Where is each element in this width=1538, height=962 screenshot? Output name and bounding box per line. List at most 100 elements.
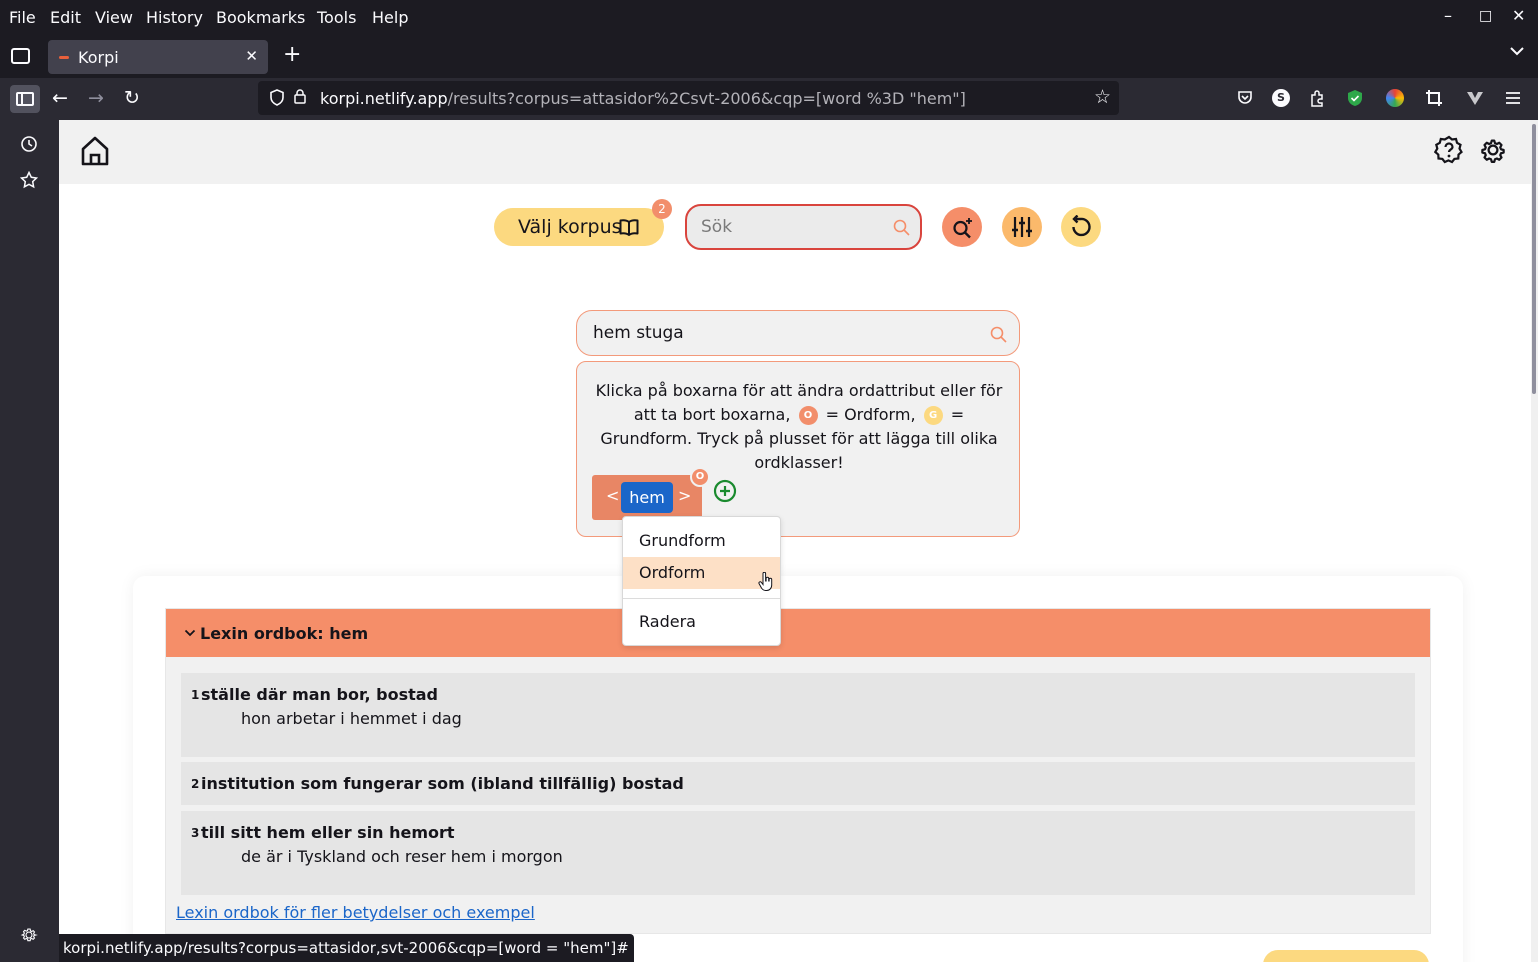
menu-view[interactable]: View (95, 8, 133, 27)
dropdown-divider (623, 598, 780, 599)
book-icon (619, 219, 639, 241)
query-search-icon[interactable] (990, 326, 1007, 347)
token-builder-panel: Klicka på boxarna för att ändra ordattri… (576, 361, 1020, 537)
tracking-shield-icon[interactable] (270, 89, 284, 110)
menu-icon[interactable] (1504, 89, 1522, 107)
help-circle-icon[interactable] (1433, 135, 1464, 167)
menu-bookmarks[interactable]: Bookmarks (216, 8, 305, 27)
tab-korpi[interactable]: Korpi ✕ (48, 40, 268, 74)
sense-example: de är i Tyskland och reser hem i morgon (241, 847, 563, 866)
forward-button[interactable]: → (88, 87, 104, 109)
extensions-icon[interactable] (1308, 89, 1326, 107)
menu-history[interactable]: History (146, 8, 203, 27)
browser-sidebar (0, 120, 59, 962)
sidebar-toggle-icon[interactable] (10, 85, 40, 113)
menu-bar: File Edit View History Bookmarks Tools H… (0, 0, 1538, 36)
lexin-panel: Lexin ordbok: hem 1 ställe där man bor, … (165, 608, 1431, 934)
url-host: korpi.netlify.app (320, 89, 448, 108)
reset-button[interactable] (1061, 207, 1101, 247)
chevron-down-icon (184, 624, 196, 643)
tab-title: Korpi (78, 48, 119, 67)
lock-icon[interactable] (294, 89, 306, 104)
url-path: /results?corpus=attasidor%2Csvt-2006&cqp… (447, 89, 966, 108)
minimize-button[interactable]: – (1444, 6, 1452, 25)
help-text: Klicka på boxarna för att ändra ordattri… (589, 379, 1009, 475)
web-page: Välj korpus 2 hem stuga (59, 120, 1531, 962)
url-text: korpi.netlify.app/results?corpus=attasid… (320, 89, 966, 108)
lexin-title: Lexin ordbok: hem (200, 624, 369, 643)
sliders-icon (1011, 216, 1033, 242)
query-input[interactable]: hem stuga (576, 310, 1020, 356)
firefox-view-icon[interactable] (11, 48, 30, 64)
ordform-meaning: = Ordform, (825, 405, 916, 424)
lexin-header[interactable]: Lexin ordbok: hem (166, 609, 1430, 657)
home-icon[interactable] (79, 135, 111, 169)
sense-definition: institution som fungerar som (ibland til… (201, 774, 684, 793)
nav-bar: ← → ↻ korpi.netlify.app/results?corpus=a… (0, 78, 1538, 120)
choose-corpus-button[interactable]: Välj korpus (494, 208, 664, 246)
ordform-dot: O (798, 406, 818, 425)
reload-button[interactable]: ↻ (124, 87, 140, 109)
pocket-icon[interactable] (1236, 89, 1254, 107)
app-header (59, 120, 1531, 184)
sense-number: 1 (191, 688, 200, 702)
search-input[interactable] (701, 217, 881, 237)
advanced-search-button[interactable] (942, 207, 982, 247)
option-radera[interactable]: Radera (623, 606, 780, 638)
page-scrollbar[interactable] (1531, 120, 1538, 962)
token-box[interactable]: < hem > O (592, 467, 710, 520)
tab-close-icon[interactable]: ✕ (245, 47, 258, 65)
back-button[interactable]: ← (52, 87, 68, 109)
choose-corpus-label: Välj korpus (518, 216, 622, 238)
korpi-favicon-icon (59, 56, 69, 59)
filter-settings-button[interactable] (1002, 207, 1042, 247)
lexin-sense: 3 till sitt hem eller sin hemort de är i… (181, 811, 1415, 895)
menu-help[interactable]: Help (372, 8, 408, 27)
maximize-button[interactable]: □ (1479, 8, 1492, 24)
close-window-button[interactable]: ✕ (1512, 6, 1525, 25)
url-bar[interactable]: korpi.netlify.app/results?corpus=attasid… (258, 81, 1119, 115)
reset-icon (1069, 214, 1093, 243)
status-bar-url: korpi.netlify.app/results?corpus=attasid… (59, 934, 634, 962)
lexin-sense: 1 ställe där man bor, bostad hon arbetar… (181, 673, 1415, 757)
token-next-arrow[interactable]: > (678, 486, 691, 505)
corpus-count-badge: 2 (652, 199, 672, 219)
option-grundform[interactable]: Grundform (623, 525, 780, 557)
lexin-sense: 2 institution som fungerar som (ibland t… (181, 762, 1415, 805)
bookmarks-star-icon[interactable] (19, 170, 39, 194)
s-extension-icon[interactable]: S (1272, 89, 1290, 107)
partial-yellow-button[interactable] (1263, 950, 1429, 962)
option-ordform[interactable]: Ordform (623, 557, 780, 589)
list-all-tabs-icon[interactable] (1510, 44, 1524, 60)
sense-example: hon arbetar i hemmet i dag (241, 709, 462, 728)
v-extension-icon[interactable] (1466, 89, 1484, 107)
token-prev-arrow[interactable]: < (606, 486, 619, 505)
color-extension-icon[interactable] (1386, 89, 1404, 107)
shield-extension-icon[interactable] (1346, 89, 1364, 107)
sense-definition: till sitt hem eller sin hemort (201, 823, 455, 842)
search-box[interactable] (685, 204, 922, 250)
query-value: hem stuga (593, 323, 684, 343)
crop-icon[interactable] (1425, 89, 1443, 107)
sense-number: 2 (191, 777, 200, 791)
hand-cursor-icon (758, 571, 774, 592)
menu-edit[interactable]: Edit (50, 8, 81, 27)
search-icon[interactable] (893, 219, 910, 240)
lexin-more-link[interactable]: Lexin ordbok för fler betydelser och exe… (176, 903, 535, 922)
new-tab-button[interactable]: + (283, 42, 301, 67)
history-icon[interactable] (20, 135, 38, 158)
grundform-dot: G (923, 406, 943, 425)
gear-icon[interactable] (1478, 135, 1508, 167)
bookmark-star-icon[interactable]: ☆ (1094, 86, 1111, 108)
sidebar-settings-icon[interactable] (20, 926, 38, 949)
menu-tools[interactable]: Tools (317, 8, 356, 27)
help-line-3: Tryck på plusset för att lägga till olik… (697, 429, 998, 472)
tab-bar: Korpi ✕ + (0, 36, 1538, 78)
search-plus-icon (951, 216, 975, 244)
sense-definition: ställe där man bor, bostad (201, 685, 438, 704)
token-attribute-badge: O (690, 467, 710, 487)
token-word[interactable]: hem (621, 482, 673, 513)
menu-file[interactable]: File (9, 8, 36, 27)
add-token-plus-icon[interactable] (713, 479, 737, 503)
sense-number: 3 (191, 826, 200, 840)
